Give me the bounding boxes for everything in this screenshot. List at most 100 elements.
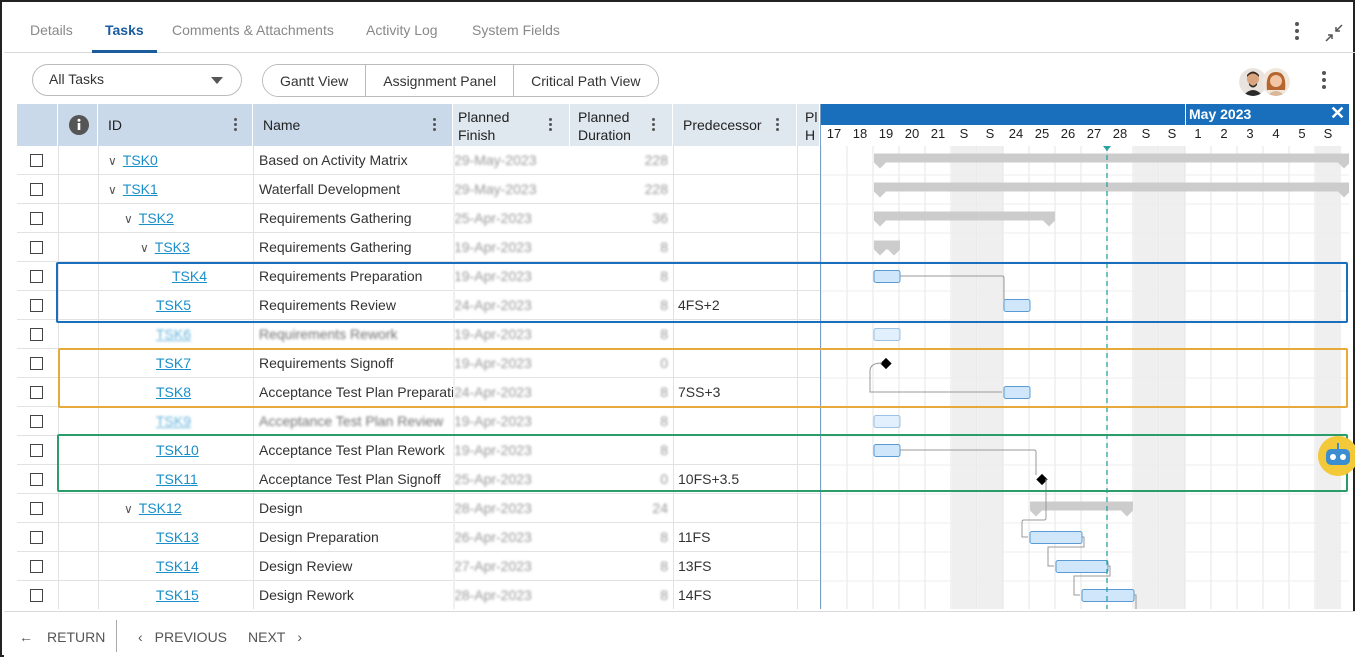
task-id-link[interactable]: TSK6 <box>156 326 191 342</box>
task-id-link[interactable]: TSK13 <box>156 529 199 545</box>
tab-activity-log[interactable]: Activity Log <box>366 22 438 38</box>
task-name-cell: Requirements Review <box>259 297 396 313</box>
table-row[interactable]: TSK15 Design Rework 28-Apr-2023 8 14FS <box>17 581 820 609</box>
row-checkbox[interactable] <box>30 531 43 544</box>
task-id-link[interactable]: TSK4 <box>172 268 207 284</box>
table-row[interactable]: TSK11 Acceptance Test Plan Signoff 25-Ap… <box>17 465 820 494</box>
planned-duration-cell: 24 <box>652 500 668 516</box>
planned-duration-column-header[interactable]: Planned Duration <box>570 104 673 146</box>
table-row[interactable]: ∨ TSK1 Waterfall Development 29-May-2023 … <box>17 175 820 204</box>
chevron-down-icon[interactable]: ∨ <box>108 176 117 204</box>
critical-path-view-button[interactable]: Critical Path View <box>514 65 658 96</box>
table-row[interactable]: TSK7 Requirements Signoff 19-Apr-2023 0 <box>17 349 820 378</box>
table-row[interactable]: TSK13 Design Preparation 26-Apr-2023 8 1… <box>17 523 820 552</box>
close-icon[interactable]: ✕ <box>1330 104 1345 124</box>
tab-system-fields[interactable]: System Fields <box>472 22 560 38</box>
gantt-day-label: 5 <box>1298 126 1306 141</box>
table-row[interactable]: TSK6 Requirements Rework 19-Apr-2023 8 <box>17 320 820 349</box>
row-checkbox[interactable] <box>30 299 43 312</box>
row-checkbox[interactable] <box>30 241 43 254</box>
gantt-day-label: 25 <box>1034 126 1050 141</box>
table-row[interactable]: ∨ TSK2 Requirements Gathering 25-Apr-2023… <box>17 204 820 233</box>
gantt-day-label: 20 <box>904 126 920 141</box>
task-id-link[interactable]: TSK0 <box>123 152 158 168</box>
planned-duration-cell: 8 <box>660 587 668 603</box>
planned-finish-cell: 24-Apr-2023 <box>454 384 532 400</box>
table-row[interactable]: TSK9 Acceptance Test Plan Review 19-Apr-… <box>17 407 820 436</box>
planned-hours-column-header[interactable]: Pl H <box>797 104 820 146</box>
tab-details[interactable]: Details <box>30 22 73 38</box>
planned-finish-column-header[interactable]: Planned Finish <box>453 104 570 146</box>
column-menu-icon[interactable] <box>549 118 553 134</box>
gantt-view-button[interactable]: Gantt View <box>263 65 367 96</box>
info-icon[interactable] <box>69 115 89 135</box>
task-id-link[interactable]: TSK3 <box>155 239 190 255</box>
gantt-day-label: S <box>985 126 995 141</box>
gantt-task-bar <box>873 270 901 283</box>
planned-duration-cell: 8 <box>660 297 668 313</box>
table-row[interactable]: TSK5 Requirements Review 24-Apr-2023 8 4… <box>17 291 820 320</box>
task-id-link[interactable]: TSK15 <box>156 587 199 603</box>
table-row[interactable]: ∨ TSK3 Requirements Gathering 19-Apr-2023… <box>17 233 820 262</box>
row-checkbox[interactable] <box>30 270 43 283</box>
task-id-cell: TSK8 <box>156 378 253 407</box>
task-id-link[interactable]: TSK5 <box>156 297 191 313</box>
planned-duration-cell: 8 <box>660 558 668 574</box>
planned-duration-cell: 0 <box>660 471 668 487</box>
table-row[interactable]: TSK14 Design Review 27-Apr-2023 8 13FS <box>17 552 820 581</box>
row-checkbox[interactable] <box>30 560 43 573</box>
avatar[interactable] <box>1262 68 1290 96</box>
collapse-icon[interactable] <box>1324 23 1344 43</box>
task-filter-dropdown[interactable]: All Tasks <box>32 64 242 96</box>
chevron-down-icon[interactable]: ∨ <box>140 234 149 262</box>
chatbot-icon[interactable] <box>1318 436 1355 476</box>
table-row[interactable]: ∨ TSK12 Design 28-Apr-2023 24 <box>17 494 820 523</box>
name-column-header[interactable]: Name <box>253 104 453 146</box>
tab-tasks[interactable]: Tasks <box>105 22 144 38</box>
table-row[interactable]: ∨ TSK0 Based on Activity Matrix 29-May-20… <box>17 146 820 175</box>
chevron-down-icon[interactable]: ∨ <box>108 147 117 175</box>
more-options-icon[interactable] <box>1295 22 1299 43</box>
tab-comments-attachments[interactable]: Comments & Attachments <box>172 22 334 38</box>
task-id-link[interactable]: TSK1 <box>123 181 158 197</box>
previous-button[interactable]: ‹ PREVIOUS <box>138 629 227 645</box>
task-id-link[interactable]: TSK11 <box>156 471 198 487</box>
task-id-link[interactable]: TSK8 <box>156 384 191 400</box>
row-checkbox[interactable] <box>30 415 43 428</box>
id-column-header[interactable]: ID <box>98 104 253 146</box>
table-row[interactable]: TSK4 Requirements Preparation 19-Apr-202… <box>17 262 820 291</box>
predecessor-column-header[interactable]: Predecessor <box>673 104 797 146</box>
task-id-link[interactable]: TSK10 <box>156 442 199 458</box>
row-checkbox[interactable] <box>30 589 43 602</box>
column-menu-icon[interactable] <box>234 118 238 134</box>
assignment-panel-button[interactable]: Assignment Panel <box>366 65 515 96</box>
gantt-day-label: 1 <box>1194 126 1202 141</box>
row-checkbox[interactable] <box>30 154 43 167</box>
task-id-cell: TSK9 <box>156 407 253 436</box>
task-id-link[interactable]: TSK9 <box>156 413 191 429</box>
next-button[interactable]: NEXT › <box>248 629 302 645</box>
row-checkbox[interactable] <box>30 386 43 399</box>
column-menu-icon[interactable] <box>652 118 656 134</box>
predecessor-cell <box>678 349 797 378</box>
row-checkbox[interactable] <box>30 444 43 457</box>
table-row[interactable]: TSK8 Acceptance Test Plan Preparatic 24-… <box>17 378 820 407</box>
return-button[interactable]: ← RETURN <box>19 629 105 645</box>
chevron-down-icon[interactable]: ∨ <box>124 205 133 233</box>
column-menu-icon[interactable] <box>776 118 780 134</box>
row-checkbox[interactable] <box>30 357 43 370</box>
row-checkbox[interactable] <box>30 212 43 225</box>
column-menu-icon[interactable] <box>433 118 437 134</box>
task-id-link[interactable]: TSK7 <box>156 355 191 371</box>
table-row[interactable]: TSK10 Acceptance Test Plan Rework 19-Apr… <box>17 436 820 465</box>
row-checkbox[interactable] <box>30 328 43 341</box>
toolbar-more-icon[interactable] <box>1322 71 1326 92</box>
row-checkbox[interactable] <box>30 502 43 515</box>
task-id-link[interactable]: TSK2 <box>139 210 174 226</box>
row-checkbox[interactable] <box>30 473 43 486</box>
row-checkbox[interactable] <box>30 183 43 196</box>
task-id-link[interactable]: TSK12 <box>139 500 182 516</box>
chevron-down-icon[interactable]: ∨ <box>124 495 133 523</box>
column-divider <box>253 146 254 609</box>
task-id-link[interactable]: TSK14 <box>156 558 199 574</box>
